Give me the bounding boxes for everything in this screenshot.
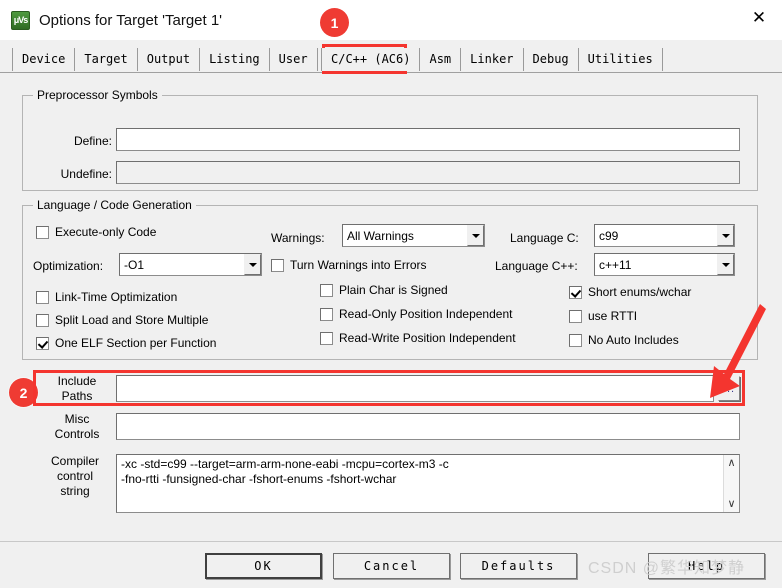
checkbox-box: [36, 313, 49, 327]
chevron-down-icon[interactable]: [717, 254, 734, 275]
compiler-control-string-label: Compiler control string: [50, 454, 99, 498]
checkbox-box: [320, 307, 333, 321]
optimization-label: Optimization:: [33, 259, 104, 273]
tab-user[interactable]: User: [270, 48, 318, 71]
checkbox-box: [36, 225, 49, 239]
tab-list: Device Target Output Listing User: [12, 48, 318, 71]
checkbox-short-enums-wchar[interactable]: Short enums/wchar: [569, 285, 691, 299]
optimization-select[interactable]: -O1: [119, 253, 262, 276]
warnings-value: All Warnings: [347, 228, 414, 243]
title-bar: μVs Options for Target 'Target 1' ✕: [0, 0, 782, 40]
warnings-label: Warnings:: [271, 231, 325, 245]
warnings-select[interactable]: All Warnings: [342, 224, 485, 247]
checkbox-label: No Auto Includes: [588, 333, 679, 347]
window-title: Options for Target 'Target 1': [39, 11, 223, 29]
checkbox-one-elf-section-per-function[interactable]: One ELF Section per Function: [36, 336, 216, 350]
tab-asm[interactable]: Asm: [420, 48, 462, 71]
checkbox-label: Read-Write Position Independent: [339, 331, 516, 345]
language-c-value: c99: [599, 228, 619, 243]
language-cpp-select[interactable]: c++11: [594, 253, 735, 276]
close-icon[interactable]: ✕: [736, 0, 782, 36]
checkbox-no-auto-includes[interactable]: No Auto Includes: [569, 333, 679, 347]
checkbox-split-load-store-multiple[interactable]: Split Load and Store Multiple: [36, 313, 208, 327]
checkbox-label: Short enums/wchar: [588, 285, 692, 299]
tab-utilities[interactable]: Utilities: [579, 48, 663, 71]
chevron-down-icon[interactable]: [467, 225, 484, 246]
undefine-label: Undefine:: [60, 167, 112, 181]
checkbox-turn-warnings-into-errors[interactable]: Turn Warnings into Errors: [271, 258, 426, 272]
checkbox-box: [569, 309, 582, 323]
checkbox-label: Read-Only Position Independent: [339, 307, 513, 321]
define-input[interactable]: [116, 128, 740, 151]
compiler-string-scrollbar[interactable]: ∧ ∨: [723, 455, 739, 512]
cancel-button[interactable]: Cancel: [333, 553, 450, 579]
scroll-up-icon[interactable]: ∧: [727, 458, 735, 469]
chevron-down-icon[interactable]: [244, 254, 261, 275]
annotation-badge-1: 1: [320, 8, 349, 37]
tab-listing[interactable]: Listing: [200, 48, 270, 71]
defaults-button[interactable]: Defaults: [460, 553, 577, 579]
group-legend-preprocessor: Preprocessor Symbols: [33, 88, 162, 102]
checkbox-box: [320, 283, 333, 297]
tab-target[interactable]: Target: [75, 48, 138, 71]
ok-button[interactable]: OK: [205, 553, 322, 579]
group-legend-language: Language / Code Generation: [33, 198, 196, 212]
language-cpp-label: Language C++:: [495, 259, 578, 273]
checkbox-box: [569, 285, 582, 299]
language-c-label: Language C:: [510, 231, 579, 245]
compiler-control-string-textarea[interactable]: -xc -std=c99 --target=arm-arm-none-eabi …: [116, 454, 740, 513]
checkbox-read-only-position-independent[interactable]: Read-Only Position Independent: [320, 307, 512, 321]
misc-controls-input[interactable]: [116, 413, 740, 440]
tab-device[interactable]: Device: [12, 48, 76, 71]
checkbox-box: [271, 258, 284, 272]
checkbox-box: [36, 336, 49, 350]
chevron-down-icon[interactable]: [717, 225, 734, 246]
watermark: CSDN @繁华知梦静: [588, 560, 746, 577]
dialog-body: Preprocessor Symbols Define: Undefine: L…: [0, 73, 782, 541]
tab-debug[interactable]: Debug: [524, 48, 579, 71]
annotation-highlight-include-paths: [33, 370, 745, 406]
define-label: Define:: [73, 134, 112, 148]
checkbox-label: Turn Warnings into Errors: [290, 258, 427, 272]
checkbox-execute-only-code[interactable]: Execute-only Code: [36, 225, 156, 239]
language-cpp-value: c++11: [599, 257, 632, 272]
checkbox-label: Plain Char is Signed: [339, 283, 448, 297]
checkbox-box: [569, 333, 582, 347]
language-c-select[interactable]: c99: [594, 224, 735, 247]
tab-list-right: C/C++ (AC6) Asm Linker Debug Utilities: [321, 48, 663, 71]
checkbox-label: Link-Time Optimization: [55, 290, 178, 304]
uvision-icon: μVs: [11, 10, 30, 30]
checkbox-link-time-optimization[interactable]: Link-Time Optimization: [36, 290, 177, 304]
checkbox-plain-char-is-signed[interactable]: Plain Char is Signed: [320, 283, 448, 297]
undefine-input[interactable]: [116, 161, 740, 184]
tab-c-cpp-ac6[interactable]: C/C++ (AC6): [321, 48, 421, 71]
checkbox-label: One ELF Section per Function: [55, 336, 217, 350]
checkbox-label: Execute-only Code: [55, 225, 157, 239]
tab-linker[interactable]: Linker: [461, 48, 524, 71]
checkbox-box: [320, 331, 333, 345]
checkbox-label: use RTTI: [588, 309, 638, 323]
misc-controls-label: Misc Controls: [54, 412, 100, 441]
checkbox-read-write-position-independent[interactable]: Read-Write Position Independent: [320, 331, 516, 345]
tab-output[interactable]: Output: [138, 48, 201, 71]
checkbox-label: Split Load and Store Multiple: [55, 313, 209, 327]
checkbox-use-rtti[interactable]: use RTTI: [569, 309, 637, 323]
optimization-value: -O1: [124, 257, 145, 272]
scroll-down-icon[interactable]: ∨: [727, 499, 735, 510]
checkbox-box: [36, 290, 49, 304]
